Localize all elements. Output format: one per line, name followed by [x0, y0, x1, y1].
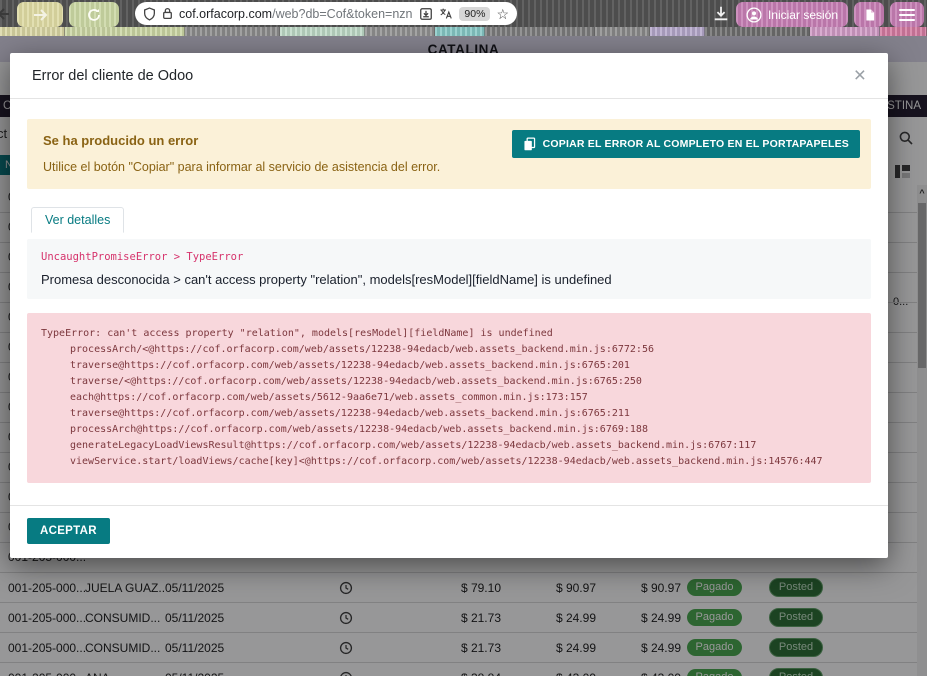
accept-button[interactable]: ACEPTAR	[27, 518, 110, 544]
sidebar-page-button[interactable]	[854, 2, 884, 27]
browser-toolbar: cof.orfacorp.com/web?db=Cof&token=nznMz3…	[0, 0, 927, 27]
bookmark-item[interactable]	[880, 27, 927, 36]
error-alert: Se ha producido un error Utilice el botó…	[27, 119, 871, 189]
forward-icon	[33, 9, 48, 21]
dialog-footer: ACEPTAR	[10, 505, 888, 558]
bookmark-item[interactable]	[0, 27, 65, 36]
shield-icon[interactable]	[143, 7, 156, 21]
close-icon[interactable]: ×	[854, 65, 866, 86]
url-prefix: cof.	[179, 7, 199, 21]
traceback-first-line: TypeError: can't access property "relati…	[41, 326, 857, 342]
error-summary-box: UncaughtPromiseError > TypeError Promesa…	[27, 239, 871, 299]
toolbar-right-cluster: Iniciar sesión	[712, 1, 924, 26]
bookmark-item[interactable]	[705, 27, 810, 36]
lock-icon[interactable]	[162, 7, 173, 20]
page-icon	[863, 8, 876, 22]
copy-error-button[interactable]: COPIAR EL ERROR AL COMPLETO EN EL PORTAP…	[512, 130, 860, 158]
bookmark-item[interactable]	[185, 27, 280, 36]
forward-button[interactable]	[17, 2, 63, 27]
bookmark-item[interactable]	[280, 27, 365, 36]
traceback-frames: processArch/<@https://cof.orfacorp.com/w…	[41, 342, 857, 470]
url-path: /web?db=Cof&token=nznMz3YSLa2	[272, 7, 413, 21]
bookmark-item[interactable]	[595, 27, 650, 36]
error-message-line: Promesa desconocida > can't access prope…	[41, 272, 857, 287]
copy-error-button-label: COPIAR EL ERROR AL COMPLETO EN EL PORTAP…	[543, 138, 849, 150]
zoom-level-badge[interactable]: 90%	[459, 7, 490, 21]
bookmark-item[interactable]	[485, 27, 595, 36]
traceback-frame: viewService.start/loadViews/cache[key]<@…	[41, 454, 857, 470]
back-button[interactable]	[0, 8, 9, 20]
reload-icon	[87, 8, 101, 22]
traceback-frame: traverse/<@https://cof.orfacorp.com/web/…	[41, 374, 857, 390]
menu-icon	[899, 9, 915, 11]
dialog-title: Error del cliente de Odoo	[32, 68, 193, 84]
bookmark-item[interactable]	[365, 27, 435, 36]
bookmarks-strip	[0, 27, 927, 36]
dialog-header: Error del cliente de Odoo ×	[10, 53, 888, 99]
bookmark-star-icon[interactable]: ☆	[496, 7, 509, 21]
url-domain: orfacorp.com	[199, 7, 272, 21]
menu-button[interactable]	[890, 2, 924, 27]
login-button-label: Iniciar sesión	[768, 8, 838, 22]
alert-text: Utilice el botón "Copiar" para informar …	[43, 160, 855, 174]
error-type-line: UncaughtPromiseError > TypeError	[41, 251, 857, 263]
login-button[interactable]: Iniciar sesión	[736, 2, 848, 27]
traceback-frame: processArch/<@https://cof.orfacorp.com/w…	[41, 342, 857, 358]
error-dialog: Error del cliente de Odoo × Se ha produc…	[10, 53, 888, 558]
reload-button[interactable]	[69, 2, 119, 27]
traceback-frame: processArch@https://cof.orfacorp.com/web…	[41, 422, 857, 438]
traceback-frame: traverse@https://cof.orfacorp.com/web/as…	[41, 406, 857, 422]
save-page-icon[interactable]	[419, 7, 433, 21]
bookmark-item[interactable]	[650, 27, 705, 36]
downloads-icon[interactable]	[712, 5, 730, 22]
bookmark-item[interactable]	[65, 27, 185, 36]
traceback-box: TypeError: can't access property "relati…	[27, 313, 871, 483]
tab-ver-detalles[interactable]: Ver detalles	[31, 207, 124, 233]
traceback-frame: each@https://cof.orfacorp.com/web/assets…	[41, 390, 857, 406]
bookmark-item[interactable]	[810, 27, 880, 36]
traceback-frame: generateLegacyLoadViewsResult@https://co…	[41, 438, 857, 454]
url-text[interactable]: cof.orfacorp.com/web?db=Cof&token=nznMz3…	[179, 7, 413, 21]
traceback-frame: traverse@https://cof.orfacorp.com/web/as…	[41, 358, 857, 374]
translate-icon[interactable]	[439, 7, 453, 20]
dialog-body: Se ha producido un error Utilice el botó…	[10, 99, 888, 505]
url-bar[interactable]: cof.orfacorp.com/web?db=Cof&token=nznMz3…	[135, 2, 517, 25]
bookmark-item[interactable]	[435, 27, 485, 36]
user-avatar-icon	[746, 7, 762, 23]
copy-icon	[523, 137, 536, 151]
